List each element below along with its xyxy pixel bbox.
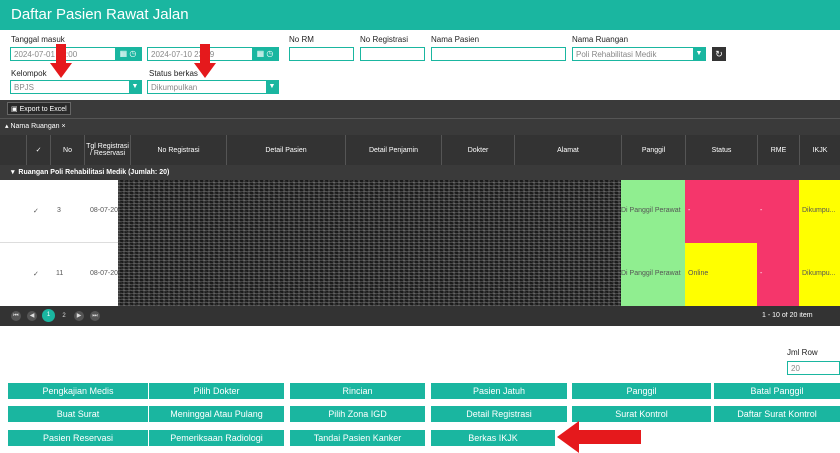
header-expand bbox=[0, 135, 26, 165]
row-status: - bbox=[685, 180, 757, 243]
nama-pasien-label: Nama Pasien bbox=[431, 35, 480, 44]
prev-page-icon[interactable]: ◀ bbox=[27, 311, 37, 321]
daftar-surat-kontrol-button[interactable]: Daftar Surat Kontrol bbox=[714, 406, 840, 422]
berkas-ikjk-button[interactable]: Berkas IKJK bbox=[431, 430, 555, 446]
buat-surat-button[interactable]: Buat Surat bbox=[8, 406, 148, 422]
row-rme: - bbox=[757, 243, 799, 306]
row-ikjk: Dikumpu... bbox=[799, 243, 840, 306]
red-arrow-annotation bbox=[50, 44, 72, 78]
jml-row-label: Jml Row bbox=[787, 348, 818, 357]
pemeriksaan-radiologi-button[interactable]: Pemeriksaan Radiologi bbox=[149, 430, 284, 446]
nama-ruangan-select[interactable]: Poli Rehabilitasi Medik ▼ bbox=[572, 47, 706, 61]
date-from-input[interactable]: 2024-07-01 00:00 ▦ ◷ bbox=[10, 47, 142, 61]
chevron-down-icon[interactable]: ▼ bbox=[693, 48, 705, 60]
group-bar: ▴ Nama Ruangan × bbox=[0, 118, 840, 135]
tandai-pasien-kanker-button[interactable]: Tandai Pasien Kanker bbox=[290, 430, 425, 446]
status-berkas-value: Dikumpulkan bbox=[151, 83, 198, 92]
no-registrasi-label: No Registrasi bbox=[360, 35, 409, 44]
header-panggil[interactable]: Panggil bbox=[621, 135, 685, 165]
kelompok-label: Kelompok bbox=[11, 69, 47, 78]
header-detail-pasien[interactable]: Detail Pasien bbox=[226, 135, 345, 165]
row-status: Online bbox=[685, 243, 757, 306]
row-tgl: 08-07-20 bbox=[90, 207, 119, 214]
detail-registrasi-button[interactable]: Detail Registrasi bbox=[431, 406, 567, 422]
no-rm-input[interactable] bbox=[289, 47, 354, 61]
group-row-label: Ruangan Poli Rehabilitasi Medik (Jumlah:… bbox=[18, 169, 170, 176]
header-tgl-registrasi[interactable]: Tgl Registrasi / Reservasi bbox=[84, 135, 130, 165]
status-berkas-label: Status berkas bbox=[149, 69, 198, 78]
pengkajian-medis-button[interactable]: Pengkajian Medis bbox=[8, 383, 148, 399]
export-label: Export to Excel bbox=[19, 106, 67, 113]
first-page-icon[interactable]: ⏮ bbox=[11, 311, 21, 321]
group-chip-label: Nama Ruangan bbox=[10, 123, 60, 130]
kelompok-select[interactable]: BPJS ▼ bbox=[10, 80, 142, 94]
row-ikjk: Dikumpu... bbox=[799, 180, 840, 243]
pager-info: 1 - 10 of 20 item bbox=[762, 312, 813, 319]
row-check[interactable]: ✓ bbox=[33, 270, 39, 278]
red-arrow-annotation bbox=[194, 44, 216, 78]
excel-icon: ▣ bbox=[11, 106, 18, 113]
tanggal-masuk-label: Tanggal masuk bbox=[11, 35, 65, 44]
grid-body: ✓ 3 08-07-20 Di Panggil Perawat - - Diku… bbox=[0, 180, 840, 306]
meninggal-atau-pulang-button[interactable]: Meninggal Atau Pulang bbox=[149, 406, 284, 422]
no-registrasi-input[interactable] bbox=[360, 47, 425, 61]
nama-pasien-input[interactable] bbox=[431, 47, 566, 61]
header-no-registrasi[interactable]: No Registrasi bbox=[130, 135, 226, 165]
header-rme[interactable]: RME bbox=[757, 135, 799, 165]
header-alamat[interactable]: Alamat bbox=[514, 135, 621, 165]
red-arrow-annotation bbox=[557, 421, 641, 453]
pager: ⏮ ◀ 1 2 ▶ ⏭ 1 - 10 of 20 item bbox=[0, 306, 840, 326]
row-rme: - bbox=[757, 180, 799, 243]
calendar-icon[interactable]: ▦ ◷ bbox=[115, 48, 141, 60]
pasien-reservasi-button[interactable]: Pasien Reservasi bbox=[8, 430, 148, 446]
header-status[interactable]: Status bbox=[685, 135, 757, 165]
no-rm-label: No RM bbox=[289, 35, 314, 44]
pilih-dokter-button[interactable]: Pilih Dokter bbox=[149, 383, 284, 399]
header-ikjk[interactable]: IKJK bbox=[799, 135, 840, 165]
chevron-down-icon[interactable]: ▼ bbox=[266, 81, 278, 93]
row-no: 3 bbox=[57, 207, 61, 214]
header-dokter[interactable]: Dokter bbox=[441, 135, 514, 165]
header-no[interactable]: No bbox=[50, 135, 84, 165]
kelompok-value: BPJS bbox=[14, 83, 35, 92]
group-chip[interactable]: ▴ Nama Ruangan × bbox=[5, 122, 66, 130]
grid-toolbar: ▣ Export to Excel bbox=[0, 100, 840, 118]
row-panggil[interactable]: Di Panggil Perawat bbox=[621, 180, 685, 243]
rincian-button[interactable]: Rincian bbox=[290, 383, 425, 399]
header-detail-penjamin[interactable]: Detail Penjamin bbox=[345, 135, 441, 165]
batal-panggil-button[interactable]: Batal Panggil bbox=[714, 383, 840, 399]
row-no: 11 bbox=[56, 270, 64, 277]
panggil-button[interactable]: Panggil bbox=[572, 383, 711, 399]
export-excel-button[interactable]: ▣ Export to Excel bbox=[7, 102, 71, 115]
last-page-icon[interactable]: ⏭ bbox=[90, 311, 100, 321]
surat-kontrol-button[interactable]: Surat Kontrol bbox=[572, 406, 711, 422]
status-berkas-select[interactable]: Dikumpulkan ▼ bbox=[147, 80, 279, 94]
page-button[interactable]: 2 bbox=[59, 311, 69, 321]
chevron-down-icon[interactable]: ▼ bbox=[129, 81, 141, 93]
next-page-icon[interactable]: ▶ bbox=[74, 311, 84, 321]
row-panggil[interactable]: Di Panggil Perawat bbox=[621, 243, 685, 306]
row-check[interactable]: ✓ bbox=[33, 207, 39, 215]
patient-grid: ▣ Export to Excel ▴ Nama Ruangan × ✓ No … bbox=[0, 100, 840, 326]
row-tgl: 08-07-20 bbox=[90, 270, 119, 277]
page-title: Daftar Pasien Rawat Jalan bbox=[11, 6, 189, 23]
pasien-jatuh-button[interactable]: Pasien Jatuh bbox=[431, 383, 567, 399]
page-button[interactable]: 1 bbox=[42, 309, 55, 322]
jml-row-input[interactable]: 20 bbox=[787, 361, 840, 375]
pilih-zona-igd-button[interactable]: Pilih Zona IGD bbox=[290, 406, 425, 422]
nama-ruangan-value: Poli Rehabilitasi Medik bbox=[576, 50, 657, 59]
grid-header: ✓ No Tgl Registrasi / Reservasi No Regis… bbox=[0, 135, 840, 165]
group-row[interactable]: ▾ Ruangan Poli Rehabilitasi Medik (Jumla… bbox=[0, 165, 840, 180]
redacted-patient-data bbox=[118, 180, 621, 306]
nama-ruangan-label: Nama Ruangan bbox=[572, 35, 629, 44]
header-check[interactable]: ✓ bbox=[26, 135, 50, 165]
calendar-icon[interactable]: ▦ ◷ bbox=[252, 48, 278, 60]
refresh-icon[interactable]: ↻ bbox=[712, 47, 726, 61]
page-header: Daftar Pasien Rawat Jalan bbox=[0, 0, 840, 30]
close-icon[interactable]: × bbox=[61, 123, 65, 130]
